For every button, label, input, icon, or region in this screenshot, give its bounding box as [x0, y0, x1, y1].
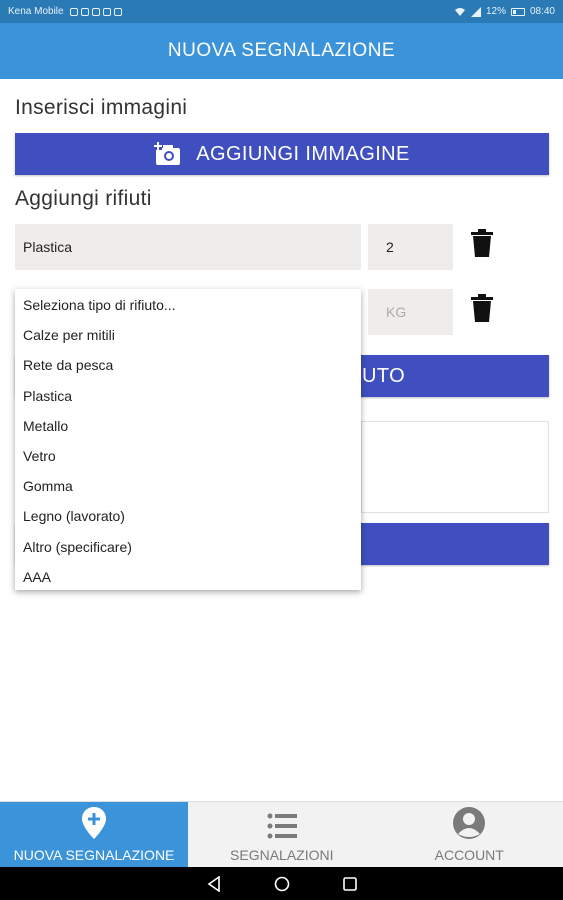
quantity-placeholder: KG	[386, 304, 407, 320]
quantity-input-2[interactable]: KG	[368, 289, 453, 335]
app-header: NUOVA SEGNALAZIONE	[0, 23, 563, 79]
delete-icon[interactable]	[470, 293, 494, 323]
dropdown-option[interactable]: Seleziona tipo di rifiuto...	[15, 290, 361, 320]
system-nav-bar	[0, 867, 563, 900]
recents-icon[interactable]	[342, 876, 358, 892]
dropdown-option[interactable]: Altro (specificare)	[15, 532, 361, 562]
quantity-value: 2	[386, 239, 394, 255]
account-circle-icon	[453, 807, 486, 839]
screen: Kena Mobile 12% 08:40 NUOVA SEGNALAZIONE…	[0, 0, 563, 900]
add-photo-icon	[154, 142, 181, 165]
dropdown-option[interactable]: Gomma	[15, 471, 361, 501]
dropdown-option[interactable]: Metallo	[15, 411, 361, 441]
dropdown-option[interactable]: Legno (lavorato)	[15, 501, 361, 531]
nav-new-report-label: NUOVA SEGNALAZIONE	[13, 847, 175, 863]
dropdown-option[interactable]: Plastica	[15, 381, 361, 411]
nav-reports-label: SEGNALAZIONI	[230, 847, 334, 863]
add-image-button[interactable]: AGGIUNGI IMMAGINE	[15, 133, 549, 175]
notes-textarea[interactable]	[361, 421, 549, 513]
images-section-label: Inserisci immagini	[15, 96, 188, 119]
quantity-input[interactable]: 2	[368, 224, 453, 270]
battery-percent: 12%	[485, 6, 506, 17]
home-icon[interactable]	[274, 876, 290, 892]
wifi-icon	[454, 7, 465, 16]
nav-account-label: ACCOUNT	[434, 847, 504, 863]
status-bar: Kena Mobile 12% 08:40	[0, 0, 563, 23]
delete-icon[interactable]	[470, 228, 494, 258]
notification-icon	[80, 7, 89, 16]
waste-type-dropdown: Seleziona tipo di rifiuto... Calze per m…	[15, 289, 361, 590]
clock: 08:40	[529, 6, 555, 17]
dropdown-option[interactable]: Rete da pesca	[15, 350, 361, 380]
add-waste-button-label: UTO	[362, 364, 406, 387]
back-icon[interactable]	[206, 875, 222, 892]
waste-type-select[interactable]: Plastica	[15, 224, 361, 270]
dropdown-option[interactable]: AAA	[15, 562, 361, 592]
notification-icon	[69, 7, 78, 16]
add-image-button-label: AGGIUNGI IMMAGINE	[196, 142, 410, 165]
notification-icon	[91, 7, 100, 16]
nav-account[interactable]: ACCOUNT	[376, 802, 563, 867]
nav-reports[interactable]: SEGNALAZIONI	[188, 802, 376, 867]
battery-icon	[510, 7, 525, 16]
waste-section-label: Aggiungi rifiuti	[15, 187, 152, 210]
page-title: NUOVA SEGNALAZIONE	[167, 40, 396, 61]
notification-icons	[69, 7, 122, 16]
notification-icon	[102, 7, 111, 16]
signal-icon	[470, 6, 481, 17]
map-pin-plus-icon	[82, 807, 106, 839]
dropdown-option[interactable]: Vetro	[15, 441, 361, 471]
nav-new-report[interactable]: NUOVA SEGNALAZIONE	[0, 802, 188, 867]
notification-icon	[113, 7, 122, 16]
dropdown-option[interactable]: Calze per mitili	[15, 320, 361, 350]
carrier-label: Kena Mobile	[8, 6, 64, 17]
list-icon	[267, 813, 297, 839]
bottom-nav: NUOVA SEGNALAZIONE SEGNALAZIONI ACCOUNT	[0, 801, 563, 867]
waste-type-value: Plastica	[23, 239, 73, 255]
